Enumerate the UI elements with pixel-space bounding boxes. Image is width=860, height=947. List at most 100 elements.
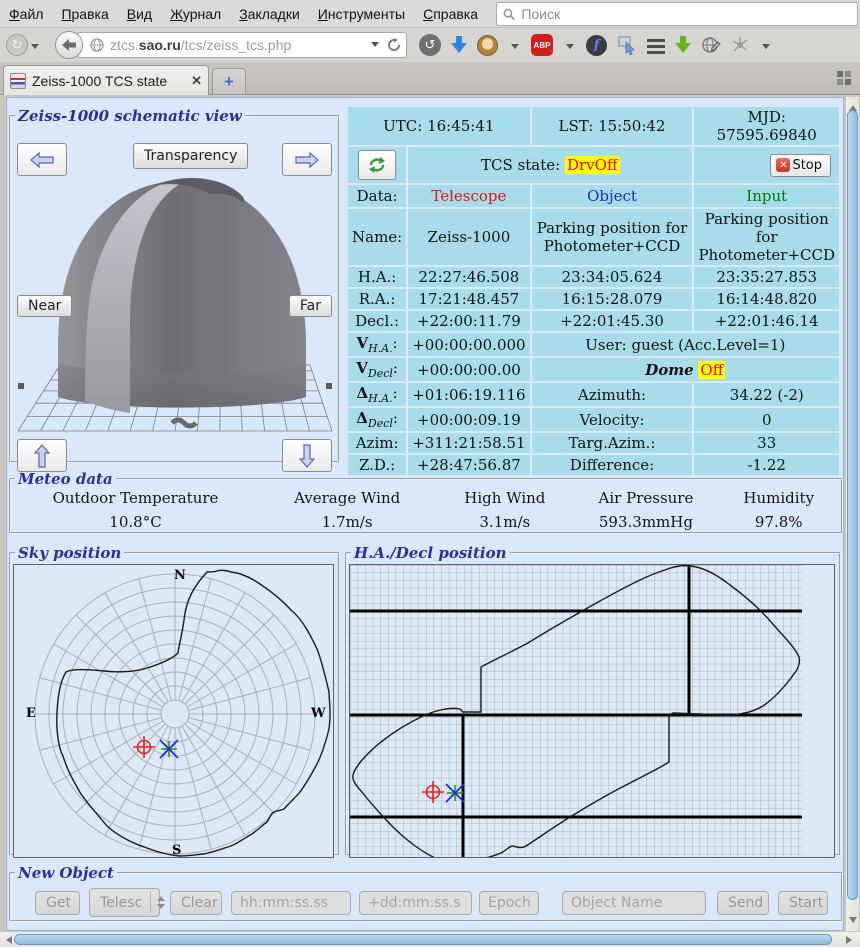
decl-row: Decl.: +22:00:11.79 +22:01:45.30 +22:01:… xyxy=(348,311,839,331)
state-row: TCS state: DrvOff ✕ Stop xyxy=(348,147,839,183)
greasemonkey-menu-icon[interactable] xyxy=(511,44,519,53)
tab-close-icon[interactable]: ✕ xyxy=(191,73,202,89)
dome-state-badge: Off xyxy=(698,361,725,379)
velocity-value: 0 xyxy=(694,408,839,431)
hadecl-plot[interactable] xyxy=(349,564,835,858)
hadecl-position-panel: H.A./Decl position xyxy=(345,544,841,856)
menu-help[interactable]: Справка xyxy=(414,1,487,27)
epoch-input[interactable] xyxy=(479,891,539,915)
horizontal-scrollbar[interactable] xyxy=(0,931,860,947)
hadecl-position-legend: H.A./Decl position xyxy=(351,544,510,562)
dec-input[interactable] xyxy=(359,891,472,915)
tilt-down-button[interactable] xyxy=(282,439,332,472)
data-label: Data: xyxy=(348,185,406,207)
browser-tabbar: Zeiss-1000 TCS state ✕ + xyxy=(0,62,860,95)
decl-object: +22:01:45.30 xyxy=(532,311,693,331)
azim-value: +311:21:58.51 xyxy=(408,433,529,453)
extension-menu-icon[interactable] xyxy=(762,44,770,53)
download-arrow-icon[interactable] xyxy=(451,36,467,54)
menu-icon[interactable] xyxy=(647,39,665,42)
flashblock-icon[interactable]: f xyxy=(586,35,607,56)
menu-view[interactable]: Вид xyxy=(118,1,161,27)
ra-row: R.A.: 17:21:48.457 16:15:28.079 16:14:48… xyxy=(348,289,839,309)
new-object-legend: New Object xyxy=(15,864,117,882)
scroll-left-icon[interactable] xyxy=(2,936,12,944)
tab-groups-icon[interactable] xyxy=(837,71,852,86)
sky-position-panel: Sky position N xyxy=(9,544,340,856)
downloads-icon[interactable] xyxy=(675,36,691,54)
reload-icon[interactable] xyxy=(387,38,401,52)
rotate-right-button[interactable] xyxy=(282,143,332,176)
ha-telescope: 22:27:46.508 xyxy=(408,267,529,287)
schematic-panel: Zeiss-1000 schematic view xyxy=(9,107,340,463)
pointer-tool-icon[interactable] xyxy=(617,35,637,55)
resize-handle-left[interactable] xyxy=(18,383,24,389)
menu-tools[interactable]: Инструменты xyxy=(309,1,414,27)
url-text: ztcs.sao.ru/tcs/zeiss_tcs.php xyxy=(110,37,362,53)
new-tab-button[interactable]: + xyxy=(212,68,246,95)
vha-value: +00:00:00.000 xyxy=(408,333,529,356)
web-edit-icon[interactable] xyxy=(701,35,721,55)
meteo-air-pressure: Air Pressure593.3mmHg xyxy=(575,489,716,531)
refresh-icon xyxy=(367,156,387,174)
select-spinner-icon xyxy=(150,892,165,913)
send-button[interactable]: Send xyxy=(717,891,769,915)
adblock-menu-icon[interactable] xyxy=(566,44,574,53)
adblock-icon[interactable]: ABP xyxy=(531,34,553,56)
browser-search-box[interactable] xyxy=(496,2,858,26)
decl-telescope: +22:00:11.79 xyxy=(408,311,529,331)
dha-value: +01:06:19.116 xyxy=(408,383,529,406)
horizontal-scrollbar-thumb[interactable] xyxy=(14,934,832,945)
menu-edit[interactable]: Правка xyxy=(52,1,117,27)
vertical-scrollbar[interactable] xyxy=(845,97,859,931)
history-icon[interactable]: ↺ xyxy=(419,34,441,56)
ddecl-value: +00:00:09.19 xyxy=(408,408,529,431)
back-button[interactable] xyxy=(55,31,83,59)
vertical-scrollbar-thumb[interactable] xyxy=(847,110,858,900)
tcs-state-badge: DrvOff xyxy=(565,156,620,174)
dha-label: ΔH.A.: xyxy=(348,383,406,406)
extension-icon[interactable] xyxy=(731,36,749,54)
url-dropdown-icon[interactable] xyxy=(371,42,379,51)
browser-viewport: Zeiss-1000 schematic view xyxy=(0,95,860,947)
utc-cell: UTC: 16:45:41 xyxy=(348,107,530,145)
ha-object: 23:34:05.624 xyxy=(532,267,693,287)
url-bar[interactable]: ztcs.sao.ru/tcs/zeiss_tcs.php xyxy=(77,32,407,58)
search-input[interactable] xyxy=(521,6,851,22)
schematic-legend: Zeiss-1000 schematic view xyxy=(15,107,245,125)
session-restore-icon[interactable]: ↻ xyxy=(6,34,28,56)
menu-history[interactable]: Журнал xyxy=(161,1,230,27)
near-button[interactable]: Near xyxy=(17,295,72,317)
far-button[interactable]: Far xyxy=(289,295,332,317)
greasemonkey-icon[interactable] xyxy=(477,35,498,56)
menu-file[interactable]: Файл xyxy=(0,1,52,27)
menu-bookmarks[interactable]: Закладки xyxy=(230,1,309,27)
start-button[interactable]: Start xyxy=(778,891,828,915)
mjd-cell: MJD: 57595.69840 xyxy=(694,107,839,145)
refresh-button[interactable] xyxy=(358,150,396,180)
transparency-button[interactable]: Transparency xyxy=(133,143,248,169)
tilt-up-button[interactable] xyxy=(17,439,67,472)
new-object-panel: New Object Get Telesc Clear Send Start xyxy=(9,864,843,922)
stop-button[interactable]: ✕ Stop xyxy=(770,154,831,177)
scroll-right-icon[interactable] xyxy=(846,936,856,944)
dome-state-cell: Dome Off xyxy=(532,358,839,381)
scroll-down-icon[interactable] xyxy=(849,917,857,927)
azimuth-label: Azimuth: xyxy=(532,383,693,406)
get-button[interactable]: Get xyxy=(35,891,80,915)
object-name-input[interactable] xyxy=(562,891,706,915)
tab-zeiss-tcs[interactable]: Zeiss-1000 TCS state ✕ xyxy=(3,65,209,95)
chevron-down-icon[interactable] xyxy=(31,44,39,53)
browser-toolbar: ↻ ztcs.sao.ru/tcs/zeiss_tcs.php ↺ ABP f xyxy=(0,28,860,62)
name-row: Name: Zeiss-1000 Parking position for Ph… xyxy=(348,209,839,265)
lst-cell: LST: 15:50:42 xyxy=(532,107,693,145)
clear-button[interactable]: Clear xyxy=(170,891,222,915)
meteo-legend: Meteo data xyxy=(15,470,116,488)
telescope-select[interactable]: Telesc xyxy=(89,888,160,917)
meteo-average-wind: Average Wind1.7m/s xyxy=(260,489,434,531)
resize-handle-right[interactable] xyxy=(326,383,332,389)
ra-input[interactable] xyxy=(231,891,351,915)
sky-plot[interactable]: N S E W xyxy=(13,564,334,858)
rotate-left-button[interactable] xyxy=(17,143,67,176)
azimuth-value: 34.22 (-2) xyxy=(694,383,839,406)
